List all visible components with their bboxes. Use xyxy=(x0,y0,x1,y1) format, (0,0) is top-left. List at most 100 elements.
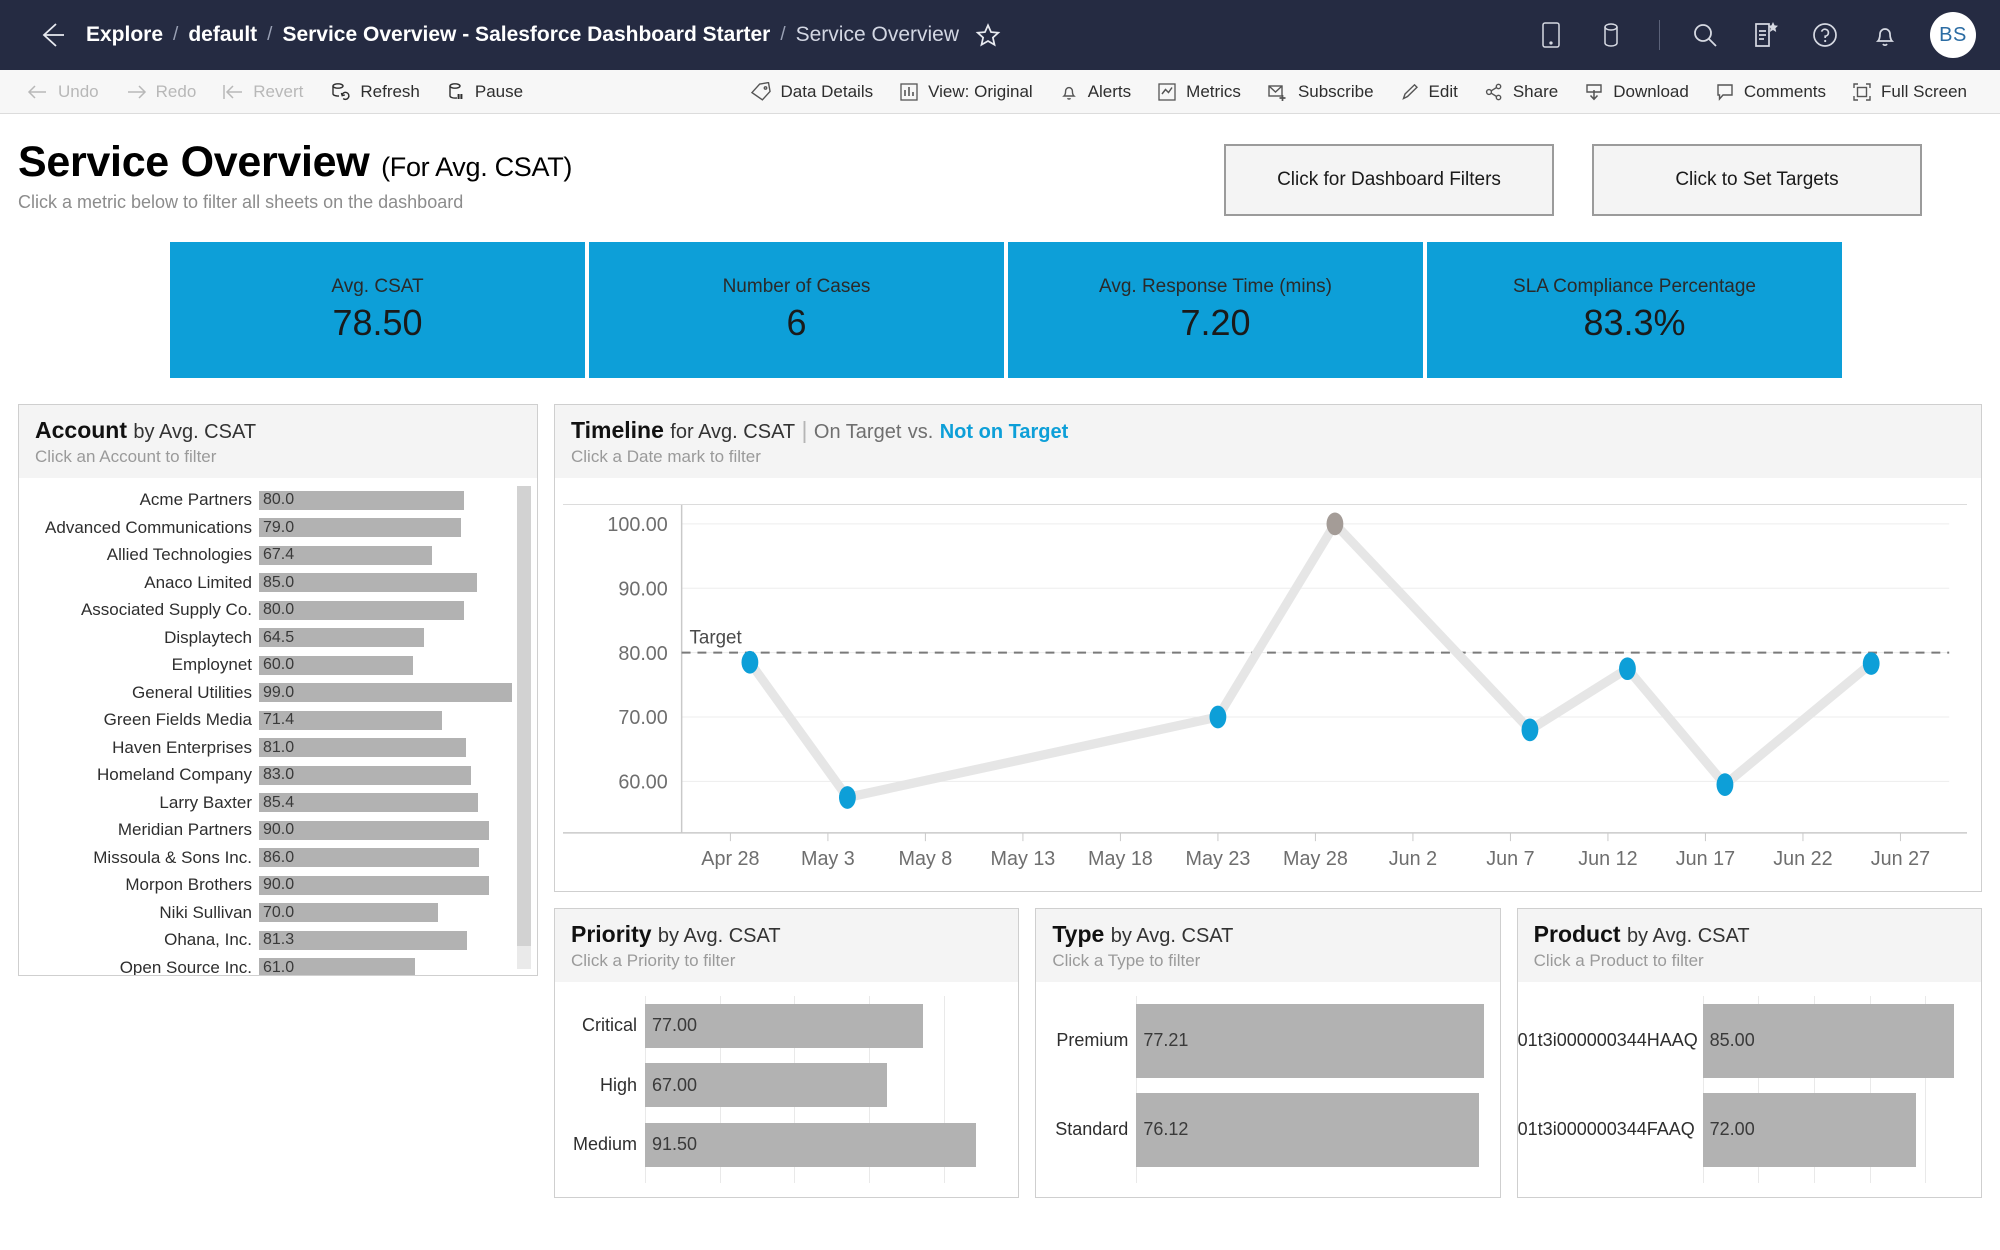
breadcrumb-item-workbook[interactable]: Service Overview - Salesforce Dashboard … xyxy=(282,23,770,47)
kpi-card-avg-csat[interactable]: Avg. CSAT 78.50 xyxy=(170,242,585,378)
timeline-data-point[interactable] xyxy=(1326,512,1344,536)
account-row[interactable]: Employnet 60.0 xyxy=(19,651,537,679)
timeline-data-point[interactable] xyxy=(1716,773,1734,797)
type-row[interactable]: Standard 76.12 xyxy=(1036,1092,1499,1167)
edit-button[interactable]: Edit xyxy=(1387,70,1471,113)
account-bar[interactable]: 81.0 xyxy=(259,738,467,758)
account-bar[interactable]: 90.0 xyxy=(259,820,490,840)
set-targets-button[interactable]: Click to Set Targets xyxy=(1592,144,1922,216)
account-bar[interactable]: 86.0 xyxy=(259,848,480,868)
account-bar[interactable]: 99.0 xyxy=(259,683,513,703)
back-arrow-icon[interactable] xyxy=(34,18,68,52)
account-row[interactable]: Morpon Brothers 90.0 xyxy=(19,871,537,899)
account-bar[interactable]: 67.4 xyxy=(259,545,432,565)
mobile-icon[interactable] xyxy=(1539,20,1569,50)
bar[interactable]: 76.12 xyxy=(1136,1092,1480,1167)
share-button[interactable]: Share xyxy=(1471,70,1571,113)
account-bar[interactable]: 85.0 xyxy=(259,573,477,593)
legend-not-on-target[interactable]: Not on Target xyxy=(940,421,1069,443)
account-bar-track: 99.0 xyxy=(259,683,537,703)
account-bar[interactable]: 80.0 xyxy=(259,600,464,620)
search-icon[interactable] xyxy=(1690,20,1720,50)
account-bar[interactable]: 70.0 xyxy=(259,903,439,923)
breadcrumb-item-explore[interactable]: Explore xyxy=(86,23,163,47)
account-bar[interactable]: 90.0 xyxy=(259,875,490,895)
account-row[interactable]: Acme Partners 80.0 xyxy=(19,486,537,514)
account-bar[interactable]: 61.0 xyxy=(259,958,416,975)
view-original-button[interactable]: View: Original xyxy=(886,70,1046,113)
account-scrollbar-thumb[interactable] xyxy=(517,486,531,947)
bar[interactable]: 77.00 xyxy=(645,1003,924,1048)
product-row[interactable]: 01t3i000000344FAAQ 72.00 xyxy=(1518,1092,1981,1167)
revert-button[interactable]: Revert xyxy=(209,70,316,113)
timeline-data-point[interactable] xyxy=(1619,657,1636,681)
share-label: Share xyxy=(1512,81,1559,101)
account-row[interactable]: Missoula & Sons Inc. 86.0 xyxy=(19,844,537,872)
refresh-button[interactable]: Refresh xyxy=(316,70,433,113)
subscribe-button[interactable]: Subscribe xyxy=(1254,70,1387,113)
account-row[interactable]: General Utilities 99.0 xyxy=(19,679,537,707)
account-row[interactable]: Open Source Inc. 61.0 xyxy=(19,954,537,975)
avatar[interactable]: BS xyxy=(1930,12,1976,58)
bar[interactable]: 67.00 xyxy=(645,1063,888,1108)
data-source-icon[interactable] xyxy=(1599,20,1629,50)
comments-button[interactable]: Comments xyxy=(1702,70,1839,113)
alerts-button[interactable]: Alerts xyxy=(1046,70,1144,113)
notifications-bell-icon[interactable] xyxy=(1870,20,1900,50)
account-row[interactable]: Allied Technologies 67.4 xyxy=(19,541,537,569)
account-scrollbar[interactable] xyxy=(517,486,531,969)
timeline-data-point[interactable] xyxy=(1862,652,1880,676)
account-row[interactable]: Anaco Limited 85.0 xyxy=(19,569,537,597)
account-bar[interactable]: 83.0 xyxy=(259,765,472,785)
account-row[interactable]: Niki Sullivan 70.0 xyxy=(19,899,537,927)
kpi-card-sla-compliance[interactable]: SLA Compliance Percentage 83.3% xyxy=(1427,242,1842,378)
account-bar[interactable]: 64.5 xyxy=(259,628,425,648)
bar[interactable]: 91.50 xyxy=(645,1122,976,1167)
metrics-button[interactable]: Metrics xyxy=(1144,70,1254,113)
timeline-chart-body[interactable]: 100.00 90.00 80.00 70.00 60.00 Apr 28 May 3 May… xyxy=(555,478,1981,891)
priority-row[interactable]: High 67.00 xyxy=(555,1063,1018,1108)
bar[interactable]: 77.21 xyxy=(1136,1003,1485,1078)
timeline-data-point[interactable] xyxy=(839,786,856,810)
kpi-card-number-of-cases[interactable]: Number of Cases 6 xyxy=(589,242,1004,378)
type-row[interactable]: Premium 77.21 xyxy=(1036,1003,1499,1078)
priority-row[interactable]: Medium 91.50 xyxy=(555,1122,1018,1167)
account-row[interactable]: Homeland Company 83.0 xyxy=(19,761,537,789)
timeline-data-point[interactable] xyxy=(1521,718,1539,742)
breadcrumb-item-project[interactable]: default xyxy=(188,23,257,47)
data-details-button[interactable]: Data Details xyxy=(737,70,887,113)
star-icon[interactable] xyxy=(975,22,1001,48)
full-screen-button[interactable]: Full Screen xyxy=(1839,70,1980,113)
account-row[interactable]: Haven Enterprises 81.0 xyxy=(19,734,537,762)
kpi-card-avg-response-time[interactable]: Avg. Response Time (mins) 7.20 xyxy=(1008,242,1423,378)
account-row[interactable]: Associated Supply Co. 80.0 xyxy=(19,596,537,624)
account-row[interactable]: Larry Baxter 85.4 xyxy=(19,789,537,817)
account-row[interactable]: Displaytech 64.5 xyxy=(19,624,537,652)
account-bar[interactable]: 85.4 xyxy=(259,793,478,813)
account-row[interactable]: Green Fields Media 71.4 xyxy=(19,706,537,734)
download-button[interactable]: Download xyxy=(1571,70,1702,113)
account-row[interactable]: Meridian Partners 90.0 xyxy=(19,816,537,844)
dashboard-filters-button[interactable]: Click for Dashboard Filters xyxy=(1224,144,1554,216)
account-bar[interactable]: 79.0 xyxy=(259,518,462,538)
timeline-line-chart[interactable]: 100.00 90.00 80.00 70.00 60.00 Apr 28 May 3 May… xyxy=(563,488,1967,891)
pause-button[interactable]: Pause xyxy=(433,70,536,113)
bar[interactable]: 85.00 xyxy=(1702,1003,1955,1078)
account-row[interactable]: Advanced Communications 79.0 xyxy=(19,514,537,542)
undo-button[interactable]: Undo xyxy=(14,70,112,113)
account-bar[interactable]: 81.3 xyxy=(259,930,468,950)
account-bar[interactable]: 80.0 xyxy=(259,490,464,510)
help-icon[interactable] xyxy=(1810,20,1840,50)
account-bar[interactable]: 71.4 xyxy=(259,710,442,730)
timeline-data-point[interactable] xyxy=(741,651,759,674)
product-row[interactable]: 01t3i000000344HAAQ 85.00 xyxy=(1518,1003,1981,1078)
timeline-data-point[interactable] xyxy=(1209,705,1227,729)
redo-button[interactable]: Redo xyxy=(112,70,210,113)
bar[interactable]: 72.00 xyxy=(1702,1092,1916,1167)
new-document-icon[interactable] xyxy=(1750,20,1780,50)
account-row[interactable]: Ohana, Inc. 81.3 xyxy=(19,926,537,954)
priority-bar-chart: Critical 77.00 High 67.00 Medium 91.50 xyxy=(555,982,1018,1197)
legend-on-target[interactable]: On Target xyxy=(814,421,901,443)
priority-row[interactable]: Critical 77.00 xyxy=(555,1003,1018,1048)
account-bar[interactable]: 60.0 xyxy=(259,655,413,675)
